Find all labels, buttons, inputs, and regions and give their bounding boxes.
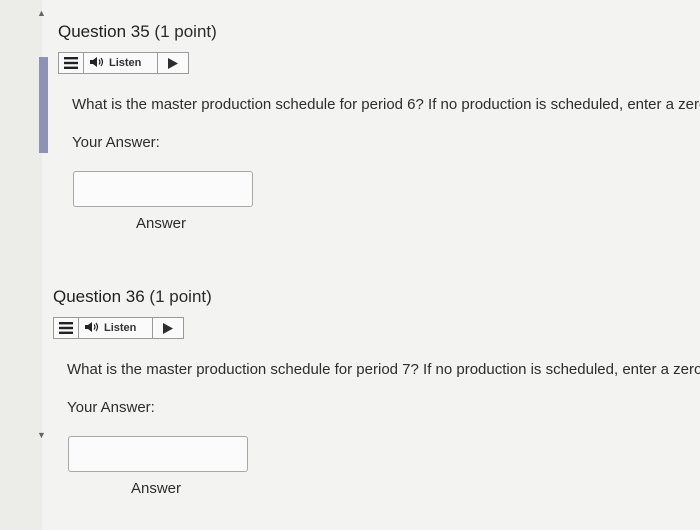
play-icon[interactable]	[153, 318, 183, 338]
answer-input[interactable]	[73, 171, 253, 207]
question-36: Question 36 (1 point) Listen What is the…	[53, 287, 700, 497]
answer-caption: Answer	[136, 215, 187, 232]
question-number: Question 36	[53, 287, 145, 306]
current-question-indicator	[39, 57, 48, 153]
scroll-down-icon[interactable]: ▼	[37, 430, 46, 440]
answer-input[interactable]	[68, 436, 248, 472]
your-answer-label: Your Answer:	[72, 134, 160, 151]
your-answer-label: Your Answer:	[67, 399, 155, 416]
listen-toolbar: Listen	[53, 317, 184, 339]
menu-icon[interactable]	[54, 318, 79, 338]
speaker-icon	[90, 56, 105, 71]
play-icon[interactable]	[158, 53, 188, 73]
question-points: (1 point)	[149, 287, 212, 306]
answer-caption: Answer	[131, 480, 182, 497]
question-title: Question 35 (1 point)	[58, 22, 700, 42]
listen-label: Listen	[109, 57, 142, 69]
listen-label: Listen	[104, 322, 137, 334]
question-35: Question 35 (1 point) Listen What is the…	[58, 22, 700, 232]
question-prompt: What is the master production schedule f…	[72, 96, 700, 113]
listen-button[interactable]: Listen	[84, 53, 158, 73]
question-number: Question 35	[58, 22, 150, 41]
menu-icon[interactable]	[59, 53, 84, 73]
left-gutter	[0, 0, 42, 530]
question-points: (1 point)	[154, 22, 217, 41]
listen-toolbar: Listen	[58, 52, 189, 74]
question-title: Question 36 (1 point)	[53, 287, 700, 307]
scroll-up-icon[interactable]: ▲	[37, 8, 46, 18]
question-prompt: What is the master production schedule f…	[67, 361, 700, 378]
listen-button[interactable]: Listen	[79, 318, 153, 338]
speaker-icon	[85, 321, 100, 336]
